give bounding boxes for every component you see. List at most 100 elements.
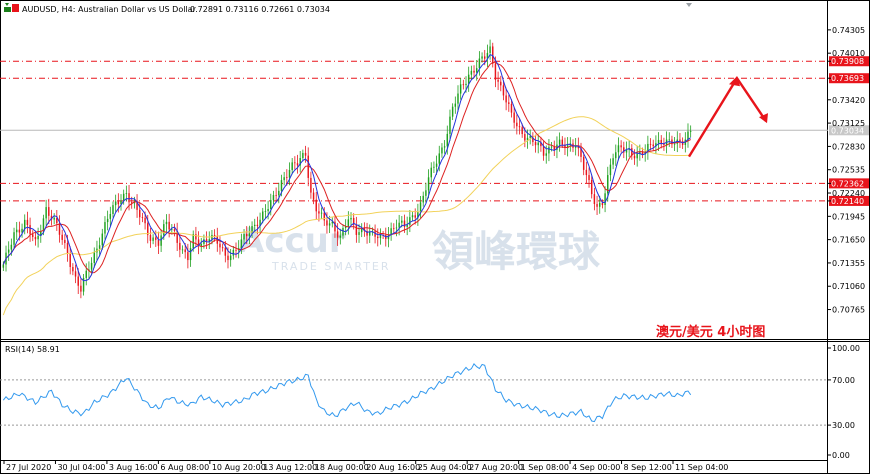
time-tick-label: 20 Aug 16:00 [366, 463, 420, 472]
time-tick-label: 27 Aug 20:00 [469, 463, 523, 472]
candle-body [620, 145, 622, 148]
candle-body [673, 143, 676, 145]
candle-body [195, 234, 197, 240]
candle-body [422, 195, 424, 203]
candle-body [98, 245, 101, 249]
candle-body [275, 195, 277, 196]
candle-body [430, 167, 432, 178]
candle-body [398, 222, 400, 228]
candle-body [138, 209, 141, 218]
candle-body [270, 200, 272, 210]
candle-body [545, 153, 547, 156]
candle-body [414, 215, 416, 218]
price-tick-label: 0.71650 [832, 236, 865, 245]
candle-body [604, 193, 606, 206]
candle-body [213, 234, 216, 236]
candle-body [542, 146, 545, 156]
candle-body [689, 131, 692, 132]
candle-body [328, 223, 331, 226]
candle-body [339, 235, 342, 238]
candle-body [441, 147, 443, 154]
candle-body [101, 233, 104, 246]
candle-body [419, 202, 422, 213]
candle-body [411, 215, 414, 218]
candle-body [267, 209, 269, 212]
candle-body [395, 227, 398, 229]
candle-body [465, 83, 467, 86]
time-tick-label: 25 Aug 04:00 [418, 463, 472, 472]
candle-body [149, 235, 152, 241]
candle-body [227, 255, 229, 261]
price-tick-label: 0.72240 [832, 189, 865, 198]
candle-body [368, 231, 371, 236]
watermark-cn: 領峰環球 [432, 227, 601, 276]
candle-body [291, 162, 293, 170]
candle-body [144, 217, 146, 224]
candle-body [537, 142, 539, 146]
candle-body [481, 56, 483, 59]
time-tick-label: 8 Sep 12:00 [624, 463, 672, 472]
candle-body [53, 217, 55, 220]
candle-body [350, 217, 352, 220]
candle-body [652, 144, 654, 147]
candle-body [122, 193, 125, 201]
chart-ohlc: 0.72891 0.73116 0.72661 0.73034 [190, 5, 330, 14]
candle-body [163, 224, 165, 236]
candle-body [109, 213, 112, 219]
candle-body [601, 202, 604, 206]
candle-body [74, 271, 77, 277]
candle-body [315, 199, 317, 212]
candle-body [15, 229, 18, 233]
candle-body [588, 175, 590, 181]
candle-body [438, 153, 441, 164]
candle-body [598, 202, 601, 207]
candle-body [235, 249, 237, 251]
candle-body [29, 225, 31, 235]
candle-body [189, 248, 192, 261]
candle-body [518, 126, 521, 128]
candle-body [26, 219, 29, 226]
candle-body [7, 249, 10, 253]
time-tick-label: 10 Aug 20:00 [212, 463, 266, 472]
candle-body [128, 193, 130, 203]
candle-body [489, 46, 491, 53]
candle-body [548, 146, 550, 154]
candle-body [609, 164, 612, 176]
candle-body [435, 163, 438, 167]
candle-body [379, 234, 382, 239]
rsi-title: RSI(14) 58.91 [5, 345, 60, 354]
candle-body [157, 239, 160, 246]
candle-body [221, 247, 224, 249]
candle-body [462, 84, 465, 86]
trading-chart[interactable]: Accur TRADE SMARTER 領峰環球 AUDUSD, H4: Aus… [0, 0, 870, 474]
candle-body [342, 227, 344, 236]
candle-body [13, 232, 15, 245]
rsi-tick-label: 30.00 [832, 421, 855, 430]
price-tick-label: 0.73420 [832, 96, 865, 105]
candle-body [203, 239, 205, 244]
candle-body [58, 223, 61, 235]
candle-body [155, 237, 157, 240]
candle-body [449, 116, 451, 134]
candle-body [187, 252, 189, 261]
candle-body [243, 234, 245, 240]
candle-body [615, 152, 617, 159]
candle-body [459, 84, 462, 94]
candle-body [320, 212, 323, 214]
candle-body [200, 243, 202, 246]
candle-body [104, 222, 106, 234]
candle-body [425, 190, 427, 196]
candle-body [355, 224, 358, 235]
candle-body [516, 122, 518, 127]
level-price-label: 0.73693 [831, 74, 864, 83]
price-tick-label: 0.74010 [832, 49, 865, 58]
candle-body [80, 285, 82, 292]
candle-body [173, 229, 176, 231]
candle-body [593, 194, 596, 205]
candle-body [427, 177, 430, 191]
candle-body [478, 58, 481, 69]
candle-body [152, 237, 154, 241]
candle-body [165, 221, 168, 225]
level-price-label: 0.73908 [831, 57, 864, 66]
candle-body [296, 163, 299, 166]
